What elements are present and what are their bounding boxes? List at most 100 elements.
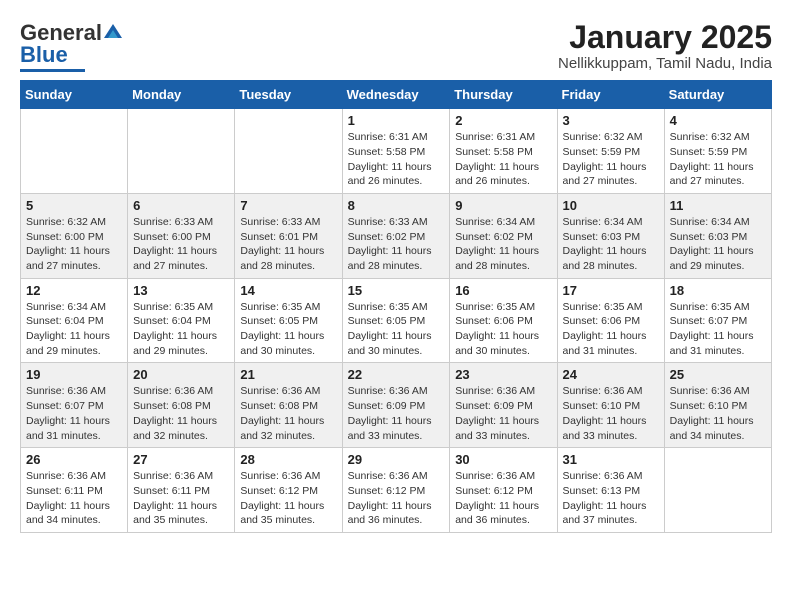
cell-info: Sunrise: 6:35 AM Sunset: 6:07 PM Dayligh…	[670, 300, 766, 359]
calendar-cell: 10 Sunrise: 6:34 AM Sunset: 6:03 PM Dayli…	[557, 193, 664, 278]
calendar-cell: 4 Sunrise: 6:32 AM Sunset: 5:59 PM Daylig…	[664, 109, 771, 194]
day-number: 26	[26, 452, 122, 467]
cell-info: Sunrise: 6:36 AM Sunset: 6:08 PM Dayligh…	[240, 384, 336, 443]
cell-info: Sunrise: 6:35 AM Sunset: 6:06 PM Dayligh…	[563, 300, 659, 359]
calendar-cell: 20Sunrise: 6:36 AM Sunset: 6:08 PM Dayli…	[128, 363, 235, 448]
logo: General Blue	[20, 20, 122, 72]
calendar-cell: 23Sunrise: 6:36 AM Sunset: 6:09 PM Dayli…	[450, 363, 557, 448]
day-number: 14	[240, 283, 336, 298]
day-number: 20	[133, 367, 229, 382]
cell-info: Sunrise: 6:33 AM Sunset: 6:00 PM Dayligh…	[133, 215, 229, 274]
calendar-cell: 1 Sunrise: 6:31 AM Sunset: 5:58 PM Daylig…	[342, 109, 450, 194]
cell-info: Sunrise: 6:32 AM Sunset: 5:59 PM Dayligh…	[670, 130, 766, 189]
cell-info: Sunrise: 6:34 AM Sunset: 6:03 PM Dayligh…	[670, 215, 766, 274]
cell-info: Sunrise: 6:35 AM Sunset: 6:05 PM Dayligh…	[240, 300, 336, 359]
calendar-cell: 27Sunrise: 6:36 AM Sunset: 6:11 PM Dayli…	[128, 448, 235, 533]
cell-info: Sunrise: 6:34 AM Sunset: 6:02 PM Dayligh…	[455, 215, 551, 274]
weekday-header: Sunday	[21, 81, 128, 109]
day-number: 10	[563, 198, 659, 213]
day-number: 12	[26, 283, 122, 298]
calendar-cell: 29 Sunrise: 6:36 AM Sunset: 6:12 PM Dayli…	[342, 448, 450, 533]
day-number: 28	[240, 452, 336, 467]
day-number: 31	[563, 452, 659, 467]
day-number: 7	[240, 198, 336, 213]
cell-info: Sunrise: 6:31 AM Sunset: 5:58 PM Dayligh…	[455, 130, 551, 189]
calendar-cell: 14 Sunrise: 6:35 AM Sunset: 6:05 PM Dayli…	[235, 278, 342, 363]
day-number: 21	[240, 367, 336, 382]
day-number: 24	[563, 367, 659, 382]
calendar-cell: 16 Sunrise: 6:35 AM Sunset: 6:06 PM Dayli…	[450, 278, 557, 363]
calendar-cell: 2 Sunrise: 6:31 AM Sunset: 5:58 PM Daylig…	[450, 109, 557, 194]
day-number: 6	[133, 198, 229, 213]
day-number: 4	[670, 113, 766, 128]
calendar-cell: 18 Sunrise: 6:35 AM Sunset: 6:07 PM Dayli…	[664, 278, 771, 363]
cell-info: Sunrise: 6:36 AM Sunset: 6:10 PM Dayligh…	[670, 384, 766, 443]
day-number: 16	[455, 283, 551, 298]
calendar-week-row: 1 Sunrise: 6:31 AM Sunset: 5:58 PM Daylig…	[21, 109, 772, 194]
calendar-cell	[128, 109, 235, 194]
calendar-cell: 22Sunrise: 6:36 AM Sunset: 6:09 PM Dayli…	[342, 363, 450, 448]
calendar-cell: 26 Sunrise: 6:36 AM Sunset: 6:11 PM Dayli…	[21, 448, 128, 533]
day-number: 2	[455, 113, 551, 128]
day-number: 19	[26, 367, 122, 382]
day-number: 3	[563, 113, 659, 128]
calendar-cell: 17 Sunrise: 6:35 AM Sunset: 6:06 PM Dayli…	[557, 278, 664, 363]
cell-info: Sunrise: 6:33 AM Sunset: 6:01 PM Dayligh…	[240, 215, 336, 274]
cell-info: Sunrise: 6:36 AM Sunset: 6:10 PM Dayligh…	[563, 384, 659, 443]
cell-info: Sunrise: 6:35 AM Sunset: 6:06 PM Dayligh…	[455, 300, 551, 359]
day-number: 18	[670, 283, 766, 298]
calendar-table: SundayMondayTuesdayWednesdayThursdayFrid…	[20, 80, 772, 533]
cell-info: Sunrise: 6:32 AM Sunset: 6:00 PM Dayligh…	[26, 215, 122, 274]
cell-info: Sunrise: 6:34 AM Sunset: 6:03 PM Dayligh…	[563, 215, 659, 274]
calendar-cell	[21, 109, 128, 194]
calendar-cell: 11 Sunrise: 6:34 AM Sunset: 6:03 PM Dayli…	[664, 193, 771, 278]
cell-info: Sunrise: 6:36 AM Sunset: 6:09 PM Dayligh…	[348, 384, 445, 443]
calendar-cell: 6 Sunrise: 6:33 AM Sunset: 6:00 PM Daylig…	[128, 193, 235, 278]
location: Nellikkuppam, Tamil Nadu, India	[558, 55, 772, 72]
cell-info: Sunrise: 6:36 AM Sunset: 6:12 PM Dayligh…	[455, 469, 551, 528]
title-block: January 2025 Nellikkuppam, Tamil Nadu, I…	[558, 20, 772, 72]
calendar-cell: 30 Sunrise: 6:36 AM Sunset: 6:12 PM Dayli…	[450, 448, 557, 533]
calendar-cell: 31 Sunrise: 6:36 AM Sunset: 6:13 PM Dayli…	[557, 448, 664, 533]
calendar-week-row: 26 Sunrise: 6:36 AM Sunset: 6:11 PM Dayli…	[21, 448, 772, 533]
cell-info: Sunrise: 6:35 AM Sunset: 6:04 PM Dayligh…	[133, 300, 229, 359]
calendar-cell: 8Sunrise: 6:33 AM Sunset: 6:02 PM Daylig…	[342, 193, 450, 278]
day-number: 13	[133, 283, 229, 298]
day-number: 8	[348, 198, 445, 213]
cell-info: Sunrise: 6:36 AM Sunset: 6:11 PM Dayligh…	[133, 469, 229, 528]
calendar-cell: 15Sunrise: 6:35 AM Sunset: 6:05 PM Dayli…	[342, 278, 450, 363]
cell-info: Sunrise: 6:35 AM Sunset: 6:05 PM Dayligh…	[348, 300, 445, 359]
cell-info: Sunrise: 6:36 AM Sunset: 6:07 PM Dayligh…	[26, 384, 122, 443]
logo-blue: Blue	[20, 42, 68, 67]
calendar-cell: 9 Sunrise: 6:34 AM Sunset: 6:02 PM Daylig…	[450, 193, 557, 278]
day-number: 11	[670, 198, 766, 213]
day-number: 23	[455, 367, 551, 382]
calendar-week-row: 5 Sunrise: 6:32 AM Sunset: 6:00 PM Daylig…	[21, 193, 772, 278]
day-number: 9	[455, 198, 551, 213]
weekday-header: Thursday	[450, 81, 557, 109]
calendar-cell: 25Sunrise: 6:36 AM Sunset: 6:10 PM Dayli…	[664, 363, 771, 448]
logo-icon	[104, 24, 122, 40]
cell-info: Sunrise: 6:36 AM Sunset: 6:13 PM Dayligh…	[563, 469, 659, 528]
calendar-cell: 24 Sunrise: 6:36 AM Sunset: 6:10 PM Dayli…	[557, 363, 664, 448]
day-number: 29	[348, 452, 445, 467]
cell-info: Sunrise: 6:32 AM Sunset: 5:59 PM Dayligh…	[563, 130, 659, 189]
day-number: 17	[563, 283, 659, 298]
day-number: 5	[26, 198, 122, 213]
day-number: 1	[348, 113, 445, 128]
calendar-cell: 28Sunrise: 6:36 AM Sunset: 6:12 PM Dayli…	[235, 448, 342, 533]
weekday-header: Saturday	[664, 81, 771, 109]
day-number: 30	[455, 452, 551, 467]
cell-info: Sunrise: 6:36 AM Sunset: 6:11 PM Dayligh…	[26, 469, 122, 528]
calendar-cell: 5 Sunrise: 6:32 AM Sunset: 6:00 PM Daylig…	[21, 193, 128, 278]
cell-info: Sunrise: 6:31 AM Sunset: 5:58 PM Dayligh…	[348, 130, 445, 189]
logo-underline	[20, 69, 85, 72]
calendar-cell: 13 Sunrise: 6:35 AM Sunset: 6:04 PM Dayli…	[128, 278, 235, 363]
month-title: January 2025	[558, 20, 772, 55]
weekday-header: Wednesday	[342, 81, 450, 109]
cell-info: Sunrise: 6:36 AM Sunset: 6:12 PM Dayligh…	[348, 469, 445, 528]
calendar-cell: 19 Sunrise: 6:36 AM Sunset: 6:07 PM Dayli…	[21, 363, 128, 448]
calendar-cell	[235, 109, 342, 194]
calendar-cell: 12Sunrise: 6:34 AM Sunset: 6:04 PM Dayli…	[21, 278, 128, 363]
calendar-week-row: 19 Sunrise: 6:36 AM Sunset: 6:07 PM Dayli…	[21, 363, 772, 448]
